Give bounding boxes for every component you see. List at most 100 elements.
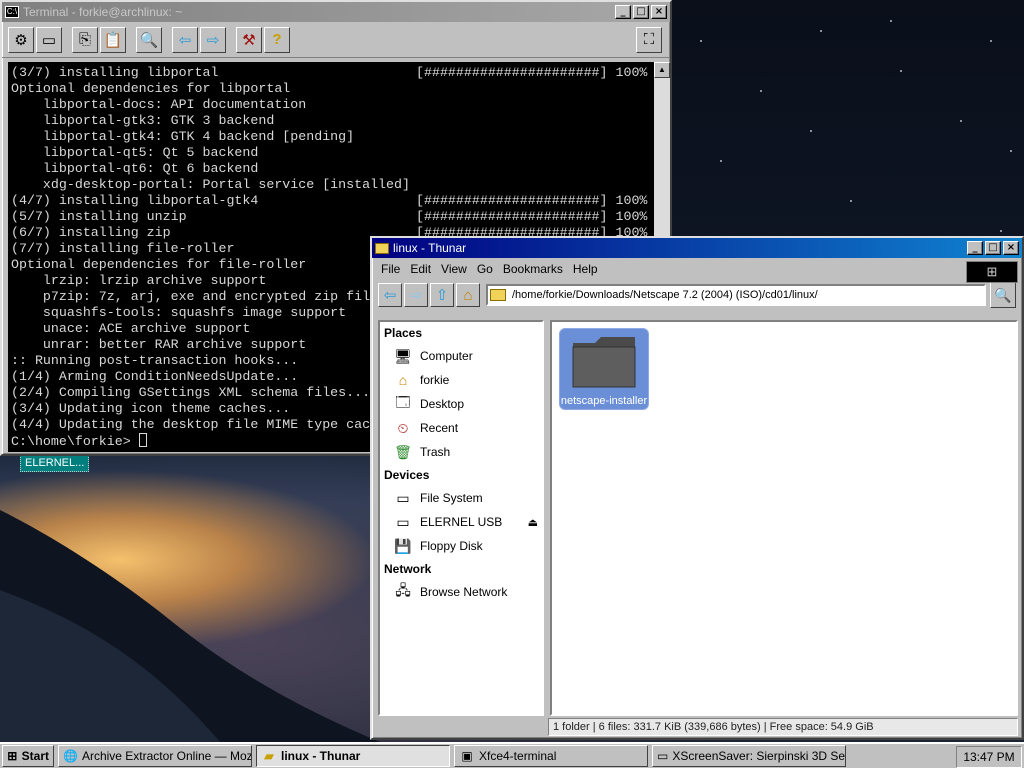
eject-icon[interactable]: ⏏ — [528, 516, 538, 529]
copy-icon[interactable]: ⎘ — [72, 26, 98, 53]
task-archive-extractor[interactable]: 🌐 Archive Extractor Online — Mozill... — [58, 745, 252, 767]
side-pane: Places 🖥 Computer ⌂ forkie 🗔 Desktop ⏲ R… — [378, 320, 544, 716]
menu-go[interactable]: Go — [472, 262, 498, 276]
task-terminal[interactable]: ▣ Xfce4-terminal — [454, 745, 648, 767]
sidebar-item-file-system[interactable]: ▭ File System — [380, 486, 542, 510]
location-bar[interactable]: /home/forkie/Downloads/Netscape 7.2 (200… — [486, 284, 986, 306]
menu-view[interactable]: View — [436, 262, 472, 276]
sidebar-item-elernel-usb[interactable]: ▭ ELERNEL USB ⏏ — [380, 510, 542, 534]
file-item-netscape-installer[interactable]: netscape-installer — [559, 328, 649, 410]
task-label: Xfce4-terminal — [479, 749, 557, 763]
minimize-button[interactable]: _ — [615, 5, 631, 19]
home-icon[interactable]: ⌂ — [456, 283, 480, 307]
close-button[interactable]: × — [651, 5, 667, 19]
screensaver-icon: ▭ — [657, 749, 669, 763]
progress-bar-text: [######################] 100% — [416, 209, 648, 224]
sidebar-item-label: Desktop — [420, 397, 465, 411]
browser-icon: 🌐 — [63, 749, 78, 763]
terminal-app-icon: C:\ — [5, 6, 19, 18]
window-icon[interactable]: ▭ — [36, 26, 62, 53]
thunar-titlebar[interactable]: linux - Thunar _ □ × — [372, 238, 1022, 258]
minimize-button[interactable]: _ — [967, 241, 983, 255]
terminal-line: (3/7) installing libportal [#############… — [11, 65, 654, 81]
up-arrow-icon[interactable]: ⇧ — [430, 283, 454, 307]
star — [1000, 230, 1002, 232]
desktop-icon-label[interactable]: ELERNEL... — [20, 454, 90, 472]
close-button[interactable]: × — [1003, 241, 1019, 255]
prompt-text: C:\home\forkie> — [11, 434, 139, 449]
menu-edit[interactable]: Edit — [405, 262, 436, 276]
clock: 13:47 PM — [956, 746, 1022, 768]
terminal-line: libportal-qt6: Qt 6 backend — [11, 161, 654, 177]
windows-logo-icon: ⊞ — [966, 261, 1018, 283]
menu-bookmarks[interactable]: Bookmarks — [498, 262, 568, 276]
task-label: linux - Thunar — [281, 749, 361, 763]
star — [850, 200, 852, 202]
settings-icon[interactable]: ⚙ — [8, 26, 34, 53]
sidebar-item-desktop[interactable]: 🗔 Desktop — [380, 392, 542, 416]
sidebar-item-recent[interactable]: ⏲ Recent — [380, 416, 542, 440]
star — [810, 130, 812, 132]
task-thunar[interactable]: ▰ linux - Thunar — [256, 745, 450, 767]
start-label: Start — [21, 749, 49, 763]
maximize-button[interactable]: □ — [633, 5, 649, 19]
task-xscreensaver[interactable]: ▭ XScreenSaver: Sierpinski 3D Set... — [652, 745, 846, 767]
search-icon[interactable]: 🔍 — [990, 282, 1016, 308]
terminal-titlebar[interactable]: C:\ Terminal - forkie@archlinux: ~ _ □ × — [2, 2, 670, 22]
text-cursor — [138, 433, 147, 447]
floppy-icon: 💾 — [394, 537, 412, 554]
tools-icon[interactable]: ⚒ — [236, 26, 262, 53]
sidebar-item-trash[interactable]: 🗑 Trash — [380, 440, 542, 464]
maximize-button[interactable]: □ — [985, 241, 1001, 255]
file-view[interactable]: netscape-installer — [550, 320, 1018, 716]
task-label: Archive Extractor Online — Mozill... — [81, 749, 252, 763]
location-path: /home/forkie/Downloads/Netscape 7.2 (200… — [512, 289, 818, 301]
menu-file[interactable]: File — [376, 262, 405, 276]
terminal-line: Optional dependencies for libportal — [11, 81, 654, 97]
menu-help[interactable]: Help — [568, 262, 603, 276]
star — [720, 160, 722, 162]
forward-arrow-icon[interactable]: ⇨ — [404, 283, 428, 307]
terminal-title: Terminal - forkie@archlinux: ~ — [23, 5, 183, 19]
mountain-silhouette — [0, 510, 380, 742]
terminal-line: libportal-qt5: Qt 5 backend — [11, 145, 654, 161]
scroll-up-arrow-icon[interactable]: ▲ — [654, 62, 670, 78]
back-arrow-icon[interactable]: ⇦ — [172, 26, 198, 53]
progress-bar-text: [######################] 100% — [416, 193, 648, 208]
sidebar-item-label: forkie — [420, 373, 450, 387]
star — [760, 90, 762, 92]
task-label: XScreenSaver: Sierpinski 3D Set... — [672, 749, 846, 763]
taskbar: ⊞ Start 🌐 Archive Extractor Online — Moz… — [0, 742, 1024, 768]
terminal-line-text: xdg-desktop-portal: Portal service [inst… — [11, 177, 410, 192]
sidebar-item-browse-network[interactable]: 🖧 Browse Network — [380, 580, 542, 604]
sidebar-item-label: File System — [420, 491, 483, 505]
terminal-line-text: (3/7) installing libportal — [11, 65, 219, 80]
folder-icon — [375, 242, 389, 254]
star — [990, 40, 992, 42]
fullscreen-icon[interactable]: ⛶ — [636, 26, 662, 53]
paste-icon[interactable]: 📋 — [100, 26, 126, 53]
sidebar-item-label: Computer — [420, 349, 473, 363]
thunar-window: linux - Thunar _ □ × File Edit View Go B… — [370, 236, 1024, 740]
terminal-toolbar: ⚙ ▭ ⎘ 📋 🔍 ⇦ ⇨ ⚒ ? ⛶ — [2, 22, 670, 58]
start-button[interactable]: ⊞ Start — [2, 745, 54, 767]
help-icon[interactable]: ? — [264, 26, 290, 53]
forward-arrow-icon[interactable]: ⇨ — [200, 26, 226, 53]
sidebar-item-floppy-disk[interactable]: 💾 Floppy Disk — [380, 534, 542, 558]
terminal-line: libportal-gtk4: GTK 4 backend [pending] — [11, 129, 654, 145]
star — [820, 30, 822, 32]
terminal-line: (5/7) installing unzip [#################… — [11, 209, 654, 225]
star — [900, 70, 902, 72]
sidebar-item-label: ELERNEL USB — [420, 515, 503, 529]
progress-bar-text: [######################] 100% — [416, 65, 648, 80]
thunar-title: linux - Thunar — [393, 241, 467, 255]
star — [960, 120, 962, 122]
find-icon[interactable]: 🔍 — [136, 26, 162, 53]
sidebar-item-label: Browse Network — [420, 585, 508, 599]
sidebar-item-forkie[interactable]: ⌂ forkie — [380, 368, 542, 392]
star — [890, 20, 892, 22]
sidebar-item-computer[interactable]: 🖥 Computer — [380, 344, 542, 368]
home-icon: ⌂ — [398, 372, 408, 388]
terminal-icon: ▣ — [461, 749, 473, 763]
back-arrow-icon[interactable]: ⇦ — [378, 283, 402, 307]
